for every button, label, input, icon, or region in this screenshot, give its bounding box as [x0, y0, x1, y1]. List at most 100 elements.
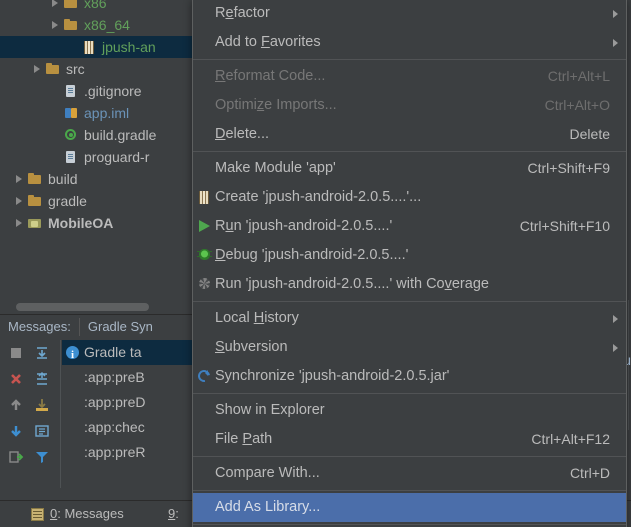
menu-item[interactable]: Create 'jpush-android-2.0.5....'... [193, 183, 626, 212]
message-row[interactable]: :app:preB [62, 365, 192, 390]
menu-item-label: Run 'jpush-android-2.0.5....' [215, 218, 393, 234]
menu-item-label: Make Module 'app' [215, 160, 336, 176]
menu-item[interactable]: Show in Explorer [193, 396, 626, 425]
menu-item-no-icon [193, 62, 215, 91]
filter-icon[interactable] [34, 449, 54, 469]
menu-item: Reformat Code... Ctrl+Alt+L [193, 62, 626, 91]
menu-item-shortcut: Ctrl+Alt+F12 [531, 431, 610, 447]
messages-toolbar[interactable] [0, 340, 60, 490]
tree-no-arrow [50, 86, 61, 97]
menu-item[interactable]: Delete... Delete [193, 120, 626, 149]
project-tree[interactable]: x86 x86_64 jpush-an src .gitignore app.iml bui… [0, 0, 192, 300]
menu-item-no-icon [193, 493, 215, 522]
message-row[interactable]: :app:preR [62, 440, 192, 465]
menu-item-shortcut: Ctrl+Shift+F9 [527, 160, 610, 176]
menu-separator [193, 151, 626, 152]
coverage-icon [193, 270, 215, 299]
menu-item-no-icon [193, 459, 215, 488]
menu-item[interactable]: Run 'jpush-android-2.0.5....' with Cover… [193, 270, 626, 299]
menu-item[interactable]: Run 'jpush-android-2.0.5....' Ctrl+Shift+… [193, 212, 626, 241]
tree-item-label: build.gradle [84, 127, 157, 143]
menu-item[interactable]: Compare With... Ctrl+D [193, 459, 626, 488]
folder-icon [27, 193, 43, 209]
collapse-all-icon[interactable] [34, 371, 54, 391]
tree-row[interactable]: app.iml [0, 102, 129, 124]
tree-item-label: x86 [84, 0, 107, 11]
message-text: :app:preR [84, 444, 146, 460]
iml-file-icon [63, 105, 79, 121]
context-menu[interactable]: Refactor Add to Favorites Reformat Code...… [192, 0, 627, 527]
header-divider [78, 318, 80, 336]
menu-item-label: File Path [215, 431, 273, 447]
message-text: :app:preB [84, 369, 145, 385]
menu-item-shortcut: Delete [569, 126, 610, 142]
menu-item[interactable]: Synchronize 'jpush-android-2.0.5.jar' [193, 362, 626, 391]
close-icon[interactable] [8, 371, 28, 391]
menu-item[interactable]: Add to Favorites [193, 28, 626, 57]
tree-row[interactable]: src [0, 58, 85, 80]
tree-horizontal-scrollbar[interactable] [16, 303, 149, 311]
menu-item[interactable]: Refactor [193, 0, 626, 28]
file-icon [63, 149, 79, 165]
menu-item-no-icon [193, 304, 215, 333]
chevron-right-icon[interactable] [14, 174, 25, 185]
messages-tab-gradle-sync[interactable]: Gradle Syn [88, 315, 153, 339]
chevron-right-icon[interactable] [14, 196, 25, 207]
menu-item-no-icon [193, 396, 215, 425]
menu-separator [193, 301, 626, 302]
message-row[interactable]: :app:chec [62, 415, 192, 440]
menu-item[interactable]: Subversion [193, 333, 626, 362]
jar-icon [193, 183, 215, 212]
menu-item[interactable]: File Path Ctrl+Alt+F12 [193, 425, 626, 454]
submenu-arrow-icon [613, 10, 618, 18]
prev-occurrence-icon[interactable] [8, 397, 28, 417]
next-occurrence-icon[interactable] [8, 423, 28, 443]
menu-item[interactable]: Debug 'jpush-android-2.0.5....' [193, 241, 626, 270]
messages-list[interactable]: Gradle ta:app:preB :app:preD:app:chec :app… [62, 340, 192, 465]
menu-item-label: Reformat Code... [215, 68, 326, 84]
menu-item-shortcut: Ctrl+Shift+F10 [519, 218, 610, 234]
tree-item-label: .gitignore [84, 83, 142, 99]
tree-row[interactable]: MobileOA [0, 212, 113, 234]
tree-row[interactable]: build.gradle [0, 124, 156, 146]
version-control-icon [148, 507, 163, 522]
tree-item-label: jpush-an [102, 39, 156, 55]
messages-panel: Messages: Gradle Syn » Gradle ta:app:pre… [0, 315, 192, 512]
menu-item-label: Refactor [215, 5, 270, 21]
menu-separator [193, 524, 626, 525]
expand-all-icon[interactable] [34, 345, 54, 365]
tree-row[interactable]: x86 [0, 0, 107, 14]
menu-item-label: Create 'jpush-android-2.0.5....'... [215, 189, 422, 205]
tree-row[interactable]: build [0, 168, 78, 190]
menu-item[interactable]: Add As Library... [193, 493, 626, 522]
submenu-arrow-icon [613, 315, 618, 323]
stop-icon[interactable] [8, 345, 28, 365]
menu-item-shortcut: Ctrl+D [569, 465, 610, 481]
chevron-right-icon[interactable] [32, 64, 43, 75]
chevron-right-icon[interactable] [50, 20, 61, 31]
console-icon[interactable] [34, 423, 54, 443]
tree-no-arrow [50, 108, 61, 119]
tree-row[interactable]: gradle [0, 190, 87, 212]
debug-icon [193, 241, 215, 270]
menu-item-no-icon [193, 0, 215, 28]
menu-item-no-icon [193, 154, 215, 183]
message-row[interactable]: Gradle ta [62, 340, 192, 368]
jar-icon [81, 39, 97, 55]
folder-icon [63, 17, 79, 33]
menu-item[interactable]: Local History [193, 304, 626, 333]
toolbar-divider [60, 340, 61, 488]
tree-row[interactable]: .gitignore [0, 80, 142, 102]
menu-item-shortcut: Ctrl+Alt+O [544, 97, 610, 113]
chevron-right-icon[interactable] [50, 0, 61, 9]
tree-row[interactable]: jpush-an [0, 36, 192, 58]
jump-to-source-icon[interactable] [8, 449, 28, 469]
export-icon[interactable] [34, 397, 54, 417]
submenu-arrow-icon [613, 39, 618, 47]
message-row[interactable]: :app:preD [62, 390, 192, 415]
tree-row[interactable]: x86_64 [0, 14, 130, 36]
tree-row[interactable]: proguard-r [0, 146, 149, 168]
menu-item-no-icon [193, 91, 215, 120]
chevron-right-icon[interactable] [14, 218, 25, 229]
menu-item[interactable]: Make Module 'app' Ctrl+Shift+F9 [193, 154, 626, 183]
